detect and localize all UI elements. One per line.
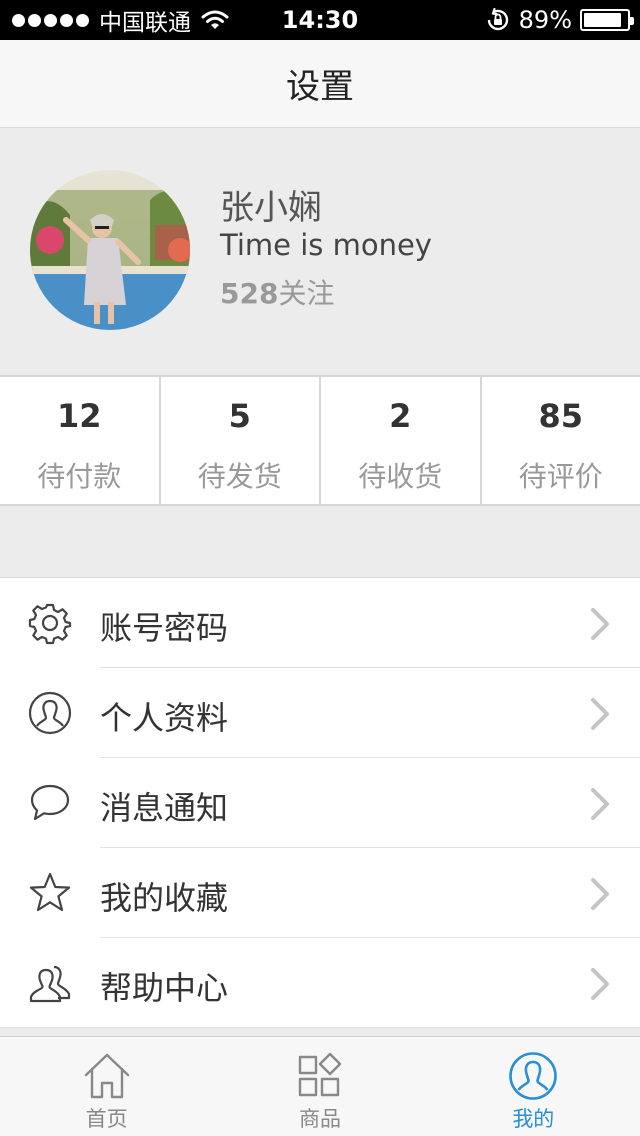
menu-item-notifications[interactable]: 消息通知	[0, 758, 640, 848]
follow-label: 关注	[278, 277, 335, 310]
stat-label: 待评价	[518, 460, 603, 493]
profile-header[interactable]: 张小娴 Time is money 528关注	[0, 128, 640, 375]
user-circle-icon	[509, 1052, 558, 1100]
stat-count: 2	[389, 397, 412, 435]
chevron-right-icon	[591, 608, 609, 640]
tab-label: 首页	[85, 1107, 128, 1131]
gear-icon	[28, 603, 72, 645]
tab-mine[interactable]: 我的	[427, 1037, 640, 1136]
follow-count[interactable]: 528关注	[220, 272, 334, 312]
menu-item-personal-info[interactable]: 个人资料	[0, 668, 640, 758]
tab-label: 商品	[298, 1107, 341, 1131]
profile-motto: Time is money	[220, 228, 432, 262]
order-stat-pending-shipment[interactable]: 5 待发货	[161, 377, 321, 504]
user-circle-icon	[28, 691, 72, 735]
stat-count: 12	[56, 397, 102, 435]
users-icon	[29, 965, 71, 1003]
chevron-right-icon	[591, 788, 609, 820]
tab-bar: 首页 商品 我的	[0, 1036, 640, 1136]
chat-bubble-icon	[30, 784, 70, 821]
order-stat-pending-payment[interactable]: 12 待付款	[0, 377, 161, 504]
home-icon	[84, 1053, 129, 1099]
tab-label: 我的	[512, 1107, 555, 1131]
grid-icon	[298, 1052, 342, 1097]
order-stats: 12 待付款 5 待发货 2 待收货 85 待评价	[0, 375, 640, 506]
stat-count: 5	[228, 397, 251, 435]
order-stat-pending-receipt[interactable]: 2 待收货	[321, 377, 482, 504]
menu-label: 消息通知	[100, 789, 229, 827]
follow-count-number: 528	[220, 277, 279, 310]
order-stat-pending-review[interactable]: 85 待评价	[482, 377, 640, 504]
stat-label: 待收货	[358, 460, 443, 493]
avatar[interactable]	[30, 170, 190, 330]
chevron-right-icon	[591, 698, 609, 730]
tab-home[interactable]: 首页	[0, 1037, 213, 1136]
tab-products[interactable]: 商品	[213, 1037, 426, 1136]
menu-label: 帮助中心	[100, 969, 229, 1007]
stat-label: 待付款	[37, 460, 122, 493]
profile-name: 张小娴	[220, 188, 322, 228]
menu-item-account-password[interactable]: 账号密码	[0, 578, 640, 668]
nav-bar: 设置	[0, 40, 640, 128]
page-title: 设置	[286, 67, 354, 107]
menu-label: 我的收藏	[100, 879, 229, 917]
status-bar: 中国联通 14:30 89%	[0, 0, 640, 40]
star-icon	[29, 872, 71, 912]
status-right: 89%	[485, 0, 634, 40]
menu-item-favorites[interactable]: 我的收藏	[0, 848, 640, 938]
avatar-photo	[30, 170, 190, 330]
menu-label: 个人资料	[100, 699, 229, 737]
stat-label: 待发货	[197, 460, 282, 493]
battery-percent: 89%	[518, 6, 572, 34]
chevron-right-icon	[591, 968, 609, 1000]
settings-menu: 账号密码 个人资料 消息通知 我的收藏 帮助中心	[0, 577, 640, 1028]
battery-icon	[580, 9, 634, 31]
menu-item-help-center[interactable]: 帮助中心	[0, 938, 640, 1028]
stat-count: 85	[538, 397, 584, 435]
chevron-right-icon	[591, 878, 609, 910]
rotation-lock-icon	[487, 7, 508, 31]
menu-label: 账号密码	[100, 609, 229, 647]
battery-fill	[584, 13, 622, 27]
